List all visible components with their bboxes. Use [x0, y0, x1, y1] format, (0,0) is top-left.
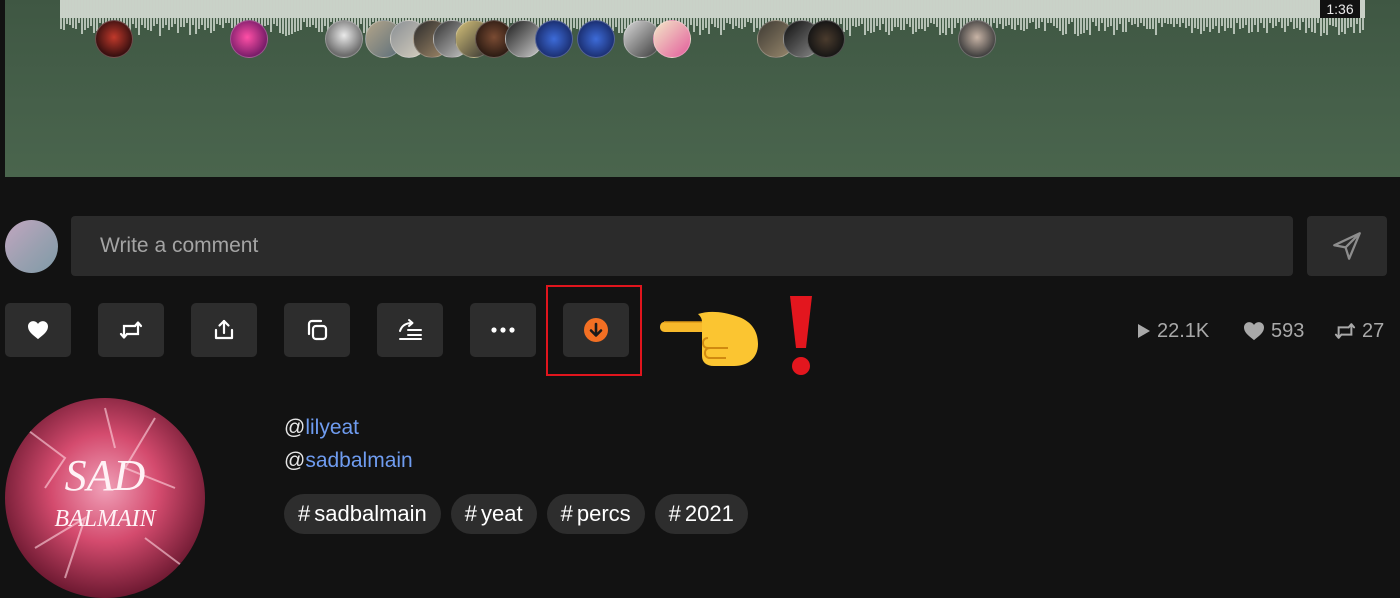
mention-prefix: @ — [284, 416, 306, 439]
pointing-hand-icon — [660, 311, 758, 366]
share-icon — [214, 319, 234, 340]
hash-symbol: # — [298, 501, 311, 526]
add-to-next-up-button[interactable] — [377, 303, 443, 357]
waveform-bar — [1128, 0, 1130, 22]
mention-link-sadbalmain[interactable]: sadbalmain — [305, 449, 412, 472]
like-button[interactable] — [5, 303, 71, 357]
cover-art: SAD BALMAIN — [5, 398, 205, 598]
heart-icon — [1244, 322, 1264, 341]
tag-chip[interactable]: # sadbalmain — [284, 494, 441, 534]
artist-cover-image[interactable]: SAD BALMAIN — [5, 398, 205, 598]
commenter-avatar[interactable] — [230, 20, 268, 58]
repost-count[interactable]: 27 — [1334, 318, 1384, 344]
waveform-bar — [789, 0, 791, 22]
waveform-bar — [1041, 0, 1043, 22]
waveform-bar — [1032, 0, 1034, 22]
hash-symbol: # — [560, 501, 573, 526]
waveform-bar — [405, 0, 407, 22]
commenter-avatar[interactable] — [958, 20, 996, 58]
commenter-avatar[interactable] — [653, 20, 691, 58]
waveform-bar — [330, 0, 332, 22]
tag-label: sadbalmain — [314, 501, 427, 526]
repost-icon — [119, 321, 143, 339]
commenter-avatar[interactable] — [535, 20, 573, 58]
tag-label: 2021 — [684, 501, 734, 526]
commenter-avatar[interactable] — [577, 20, 615, 58]
mention-line: @lilyeat — [284, 416, 359, 440]
repost-count-value: 27 — [1362, 319, 1385, 342]
waveform-bar — [1278, 0, 1280, 22]
repost-icon — [1334, 323, 1356, 339]
waveform-bar — [522, 0, 524, 22]
tag-label: percs — [576, 501, 631, 526]
queue-icon — [399, 319, 422, 340]
duration-label: 1:36 — [1320, 0, 1360, 18]
waveform-bar — [777, 0, 779, 22]
current-user-avatar — [5, 220, 58, 273]
waveform-bar — [453, 0, 455, 22]
tag-chip[interactable]: #2021 — [654, 494, 748, 534]
commenter-avatar[interactable] — [325, 20, 363, 58]
send-comment-button[interactable] — [1307, 216, 1387, 276]
waveform-bar — [474, 0, 476, 22]
waveform-bar — [669, 0, 671, 22]
more-icon — [491, 327, 515, 333]
tag-chip[interactable]: # percs — [546, 494, 645, 534]
tag-chip[interactable]: # yeat — [450, 494, 537, 534]
waveform-bar — [1092, 0, 1094, 22]
waveform-bar — [372, 0, 374, 22]
waveform-bar — [747, 0, 749, 22]
hash-symbol: # — [668, 501, 681, 526]
highlight-box — [546, 285, 642, 376]
timed-comments — [5, 20, 1400, 62]
copy-icon — [307, 319, 328, 341]
commenter-avatar[interactable] — [807, 20, 845, 58]
copy-link-button[interactable] — [284, 303, 350, 357]
waveform-bar — [1302, 0, 1304, 22]
mention-prefix: @ — [284, 449, 306, 472]
send-icon — [1333, 232, 1361, 260]
waveform-player[interactable]: 1:36 — [5, 0, 1400, 177]
play-icon — [1138, 324, 1150, 338]
mention-link-lilyeat[interactable]: lilyeat — [305, 416, 359, 439]
hash-symbol: # — [464, 501, 478, 526]
like-count[interactable]: 593 — [1243, 318, 1304, 344]
waveform-bar — [1071, 0, 1073, 22]
tag-list: # sadbalmain # yeat # percs #2021 — [284, 494, 748, 534]
comment-input[interactable] — [71, 216, 1293, 276]
waveform-bar — [303, 0, 305, 22]
waveform-bar — [678, 0, 680, 22]
play-count-value: 22.1K — [1157, 319, 1210, 342]
waveform-bar — [1290, 0, 1292, 22]
heart-icon — [28, 321, 48, 340]
tag-label: yeat — [481, 501, 523, 526]
commenter-avatar[interactable] — [95, 20, 133, 58]
play-count: 22.1K — [1137, 318, 1209, 344]
mention-line: @sadbalmain — [284, 449, 413, 473]
share-button[interactable] — [191, 303, 257, 357]
like-count-value: 593 — [1271, 319, 1305, 342]
more-button[interactable] — [470, 303, 536, 357]
cover-title-line2: BALMAIN — [54, 506, 157, 532]
repost-button[interactable] — [98, 303, 164, 357]
comment-bar — [0, 216, 1400, 276]
exclamation-icon — [790, 296, 812, 375]
cover-title-line1: SAD — [65, 451, 146, 500]
